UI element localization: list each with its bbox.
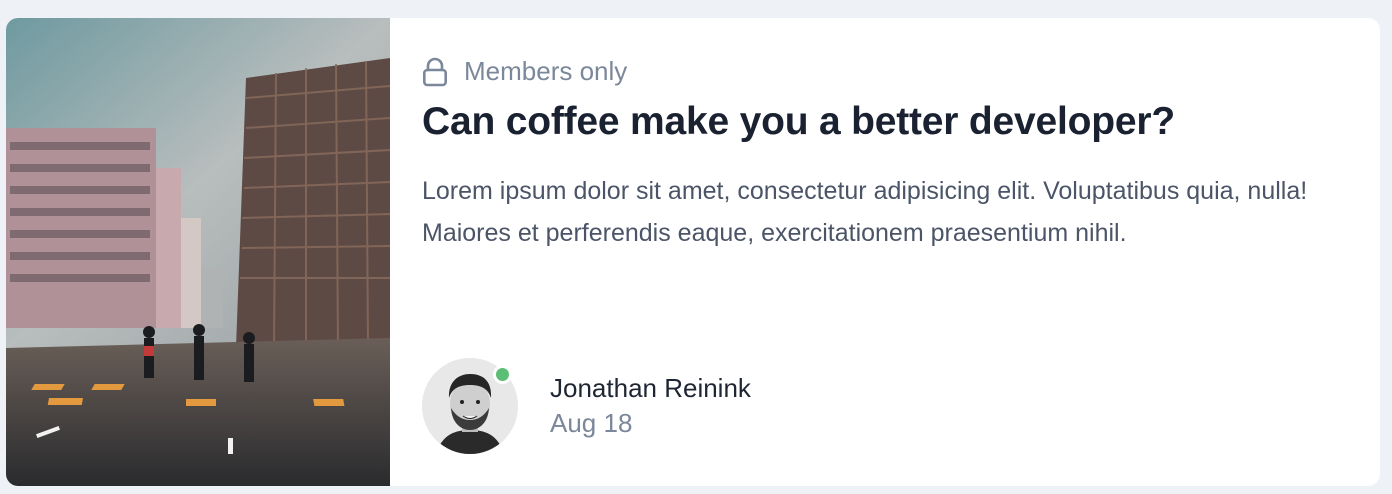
online-status-indicator xyxy=(493,365,512,384)
members-label: Members only xyxy=(464,56,628,86)
post-content: Members only Can coffee make you a bette… xyxy=(390,18,1380,486)
avatar-container[interactable] xyxy=(422,358,518,454)
author-info: Jonathan Reinink Aug 18 xyxy=(550,371,751,441)
post-date: Aug 18 xyxy=(550,408,633,438)
author-block: Jonathan Reinink Aug 18 xyxy=(422,358,751,454)
post-description: Lorem ipsum dolor sit amet, consectetur … xyxy=(422,177,1308,247)
lock-icon xyxy=(422,57,448,87)
author-name[interactable]: Jonathan Reinink xyxy=(550,371,751,405)
members-badge: Members only xyxy=(422,56,627,87)
post-image xyxy=(6,18,390,486)
post-title[interactable]: Can coffee make you a better developer? xyxy=(422,100,1175,144)
post-card[interactable]: Members only Can coffee make you a bette… xyxy=(6,18,1380,486)
